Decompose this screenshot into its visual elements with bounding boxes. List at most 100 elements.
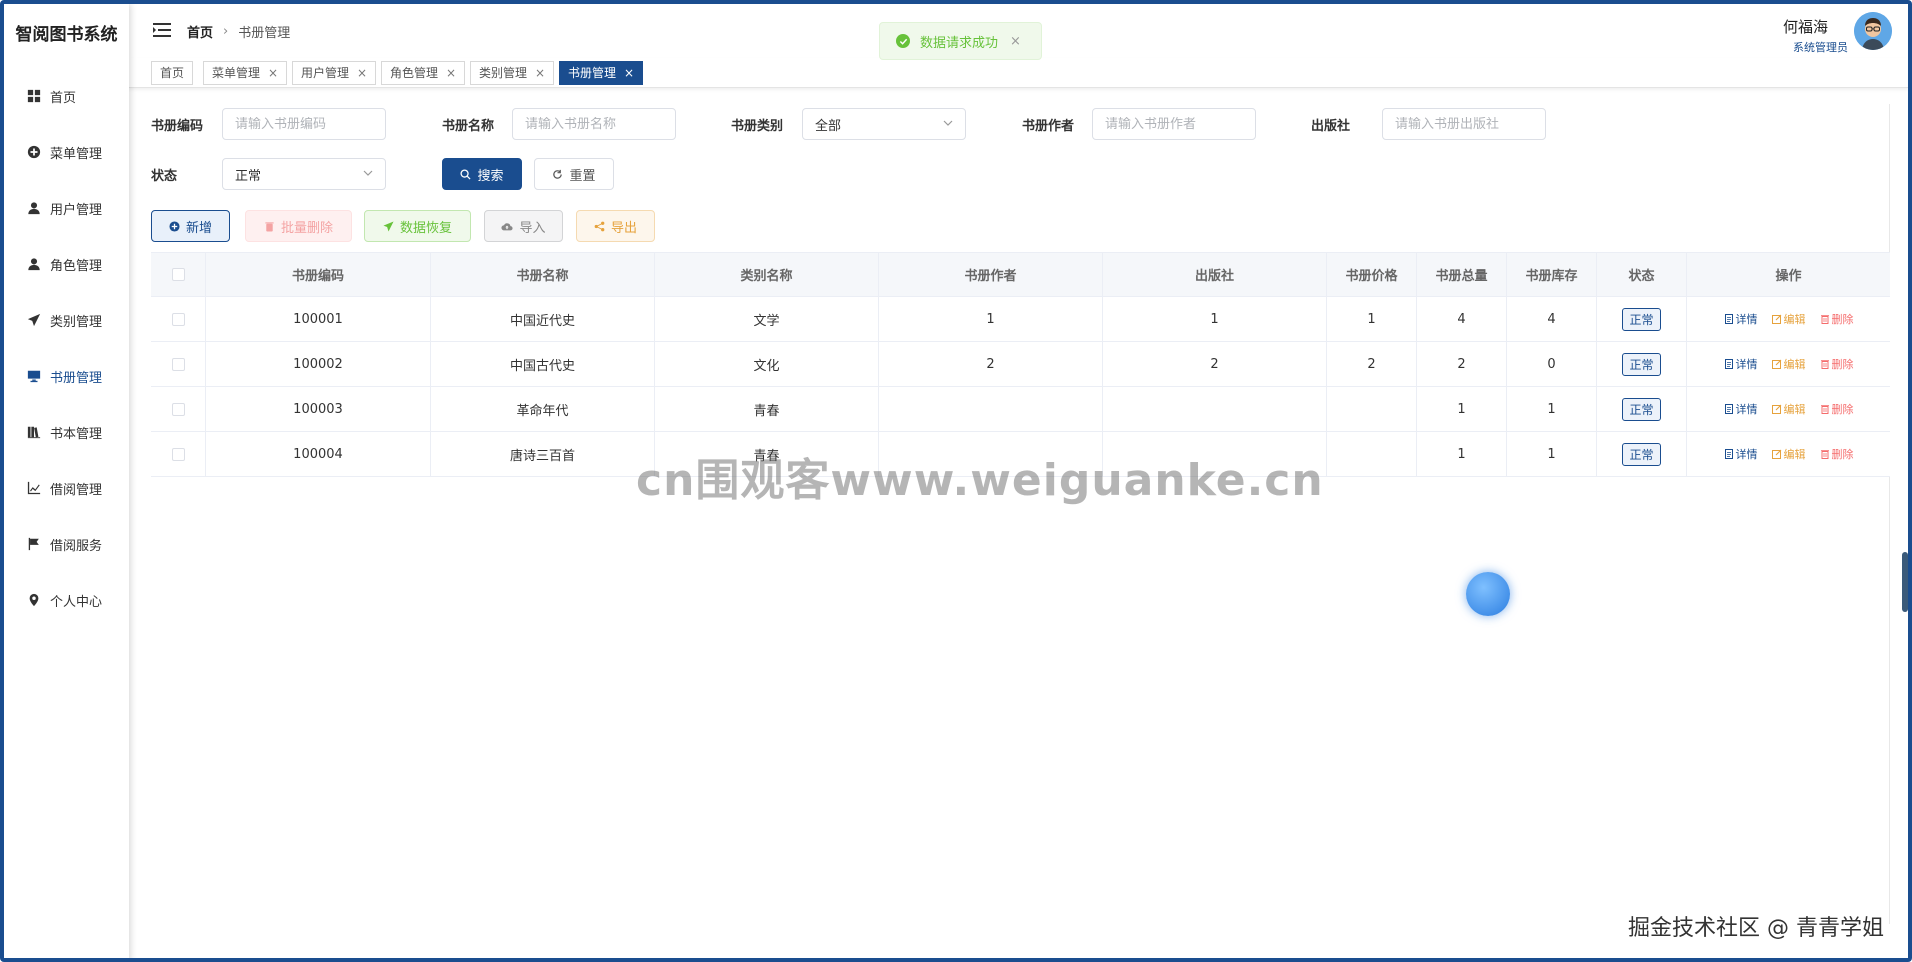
scrollbar[interactable] [1902,552,1908,612]
close-icon[interactable]: × [535,62,545,84]
cell-price: 1 [1327,297,1417,341]
export-button-label: 导出 [610,220,637,236]
books-icon [26,424,42,440]
detail-link[interactable]: 详情 [1724,311,1758,327]
row-checkbox[interactable] [171,402,185,416]
app-logo-title: 智阅图书系统 [15,25,118,45]
breadcrumb-home[interactable]: 首页 [187,22,213,41]
edit-icon [1771,359,1781,369]
detail-link[interactable]: 详情 [1724,356,1758,372]
col-code[interactable]: 书册编码 [206,253,431,296]
delete-link[interactable]: 删除 [1820,446,1854,462]
close-icon[interactable]: × [268,62,278,84]
detail-link[interactable]: 详情 [1724,401,1758,417]
edit-link[interactable]: 编辑 [1771,446,1806,462]
import-button[interactable]: 导入 [484,210,563,242]
sidebar-item-profile[interactable]: 个人中心 [4,580,129,620]
filter-name-input[interactable] [525,116,675,132]
filter-author-label: 书册作者 [1022,119,1075,134]
col-total[interactable]: 书册总量 [1417,253,1507,296]
trash-icon [264,221,275,232]
tab-users[interactable]: 用户管理 × [292,61,377,85]
cell-status: 正常 [1597,432,1687,476]
status-badge: 正常 [1622,442,1661,466]
tab-home[interactable]: 首页 [151,61,194,85]
sidebar-item-books[interactable]: 书本管理 [4,412,129,452]
cell-author: 2 [879,342,1103,386]
edit-link[interactable]: 编辑 [1771,311,1806,327]
row-checkbox[interactable] [171,447,185,461]
sidebar-item-label: 角色管理 [50,258,103,274]
filter-name-label: 书册名称 [442,119,495,134]
user-name[interactable]: 何福海 [1783,16,1828,37]
menu-fold-icon[interactable] [153,22,171,38]
location-icon [26,592,42,608]
select-all-checkbox[interactable] [171,268,185,281]
restore-button[interactable]: 数据恢复 [364,210,471,242]
row-checkbox[interactable] [171,312,185,326]
edit-link[interactable]: 编辑 [1771,401,1806,417]
close-icon[interactable]: × [624,62,634,84]
cell-name: 中国古代史 [431,342,655,386]
sidebar-item-borrow-service[interactable]: 借阅服务 [4,524,129,564]
delete-link[interactable]: 删除 [1820,311,1854,327]
filter-code-input[interactable] [235,116,385,132]
col-stock[interactable]: 书册库存 [1507,253,1597,296]
tab-roles[interactable]: 角色管理 × [381,61,466,85]
refresh-icon [552,169,563,180]
sidebar-item-book-volumes[interactable]: 书册管理 [4,356,129,396]
cell-status: 正常 [1597,387,1687,431]
sidebar-item-users[interactable]: 用户管理 [4,188,129,228]
sidebar-item-categories[interactable]: 类别管理 [4,300,129,340]
edit-link[interactable]: 编辑 [1771,356,1806,372]
sidebar-item-borrow-management[interactable]: 借阅管理 [4,468,129,508]
close-icon[interactable]: × [446,62,456,84]
cell-category: 文学 [655,297,879,341]
sidebar-item-home[interactable]: 首页 [4,76,129,116]
col-price[interactable]: 书册价格 [1327,253,1417,296]
filter-publisher-input[interactable] [1395,116,1545,132]
add-button[interactable]: 新增 [151,210,230,242]
filter-author-input[interactable] [1105,116,1255,132]
filter-publisher-field[interactable] [1382,108,1546,140]
close-icon[interactable]: × [1010,34,1021,49]
batch-delete-button[interactable]: 批量删除 [245,210,352,242]
col-name[interactable]: 书册名称 [431,253,655,296]
delete-link[interactable]: 删除 [1820,356,1854,372]
col-author[interactable]: 书册作者 [879,253,1103,296]
col-status[interactable]: 状态 [1597,253,1687,296]
export-button[interactable]: 导出 [576,210,655,242]
avatar[interactable] [1854,12,1892,50]
cell-total: 1 [1417,432,1507,476]
filter-status-select[interactable]: 正常 [222,158,386,190]
filter-code-field[interactable] [222,108,386,140]
sidebar-item-menu[interactable]: 菜单管理 [4,132,129,172]
cell-total: 1 [1417,387,1507,431]
document-icon [1724,449,1733,459]
share-icon [594,221,605,232]
delete-label: 删除 [1831,313,1854,326]
tab-book-volumes[interactable]: 书册管理 × [559,61,644,85]
sidebar-item-label: 用户管理 [50,202,103,218]
close-icon[interactable]: × [357,62,367,84]
edit-label: 编辑 [1783,358,1806,371]
search-button[interactable]: 搜索 [442,158,522,190]
col-category[interactable]: 类别名称 [655,253,879,296]
col-publisher[interactable]: 出版社 [1103,253,1327,296]
filter-name-field[interactable] [512,108,676,140]
trash-icon [1820,315,1829,324]
filter-category-select[interactable]: 全部 [802,108,966,140]
detail-link[interactable]: 详情 [1724,446,1758,462]
delete-link[interactable]: 删除 [1820,401,1854,417]
tab-menu[interactable]: 菜单管理 × [203,61,288,85]
cell-publisher: 2 [1103,342,1327,386]
breadcrumb-current: 书册管理 [238,26,291,41]
document-icon [1724,359,1733,369]
floating-assistant-ball[interactable] [1466,572,1510,616]
reset-button[interactable]: 重置 [534,158,614,190]
row-checkbox[interactable] [171,357,185,371]
filter-author-field[interactable] [1092,108,1256,140]
col-actions: 操作 [1775,269,1802,284]
tab-categories[interactable]: 类别管理 × [470,61,555,85]
sidebar-item-roles[interactable]: 角色管理 [4,244,129,284]
